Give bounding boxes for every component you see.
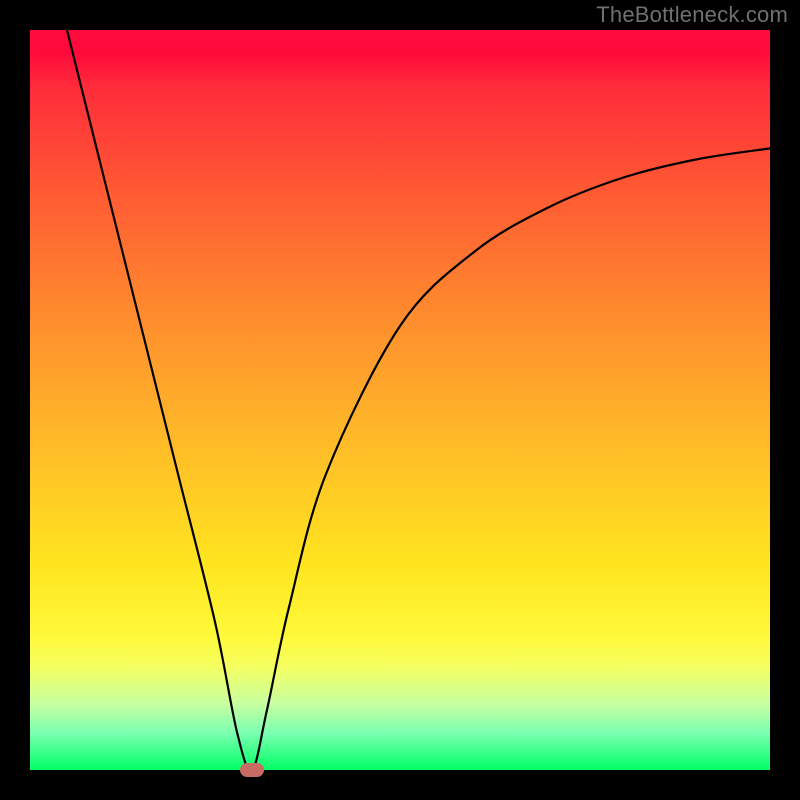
- bottleneck-curve: [30, 30, 770, 770]
- watermark-text: TheBottleneck.com: [596, 2, 788, 28]
- min-marker: [240, 763, 264, 777]
- plot-area: [30, 30, 770, 770]
- chart-frame: TheBottleneck.com: [0, 0, 800, 800]
